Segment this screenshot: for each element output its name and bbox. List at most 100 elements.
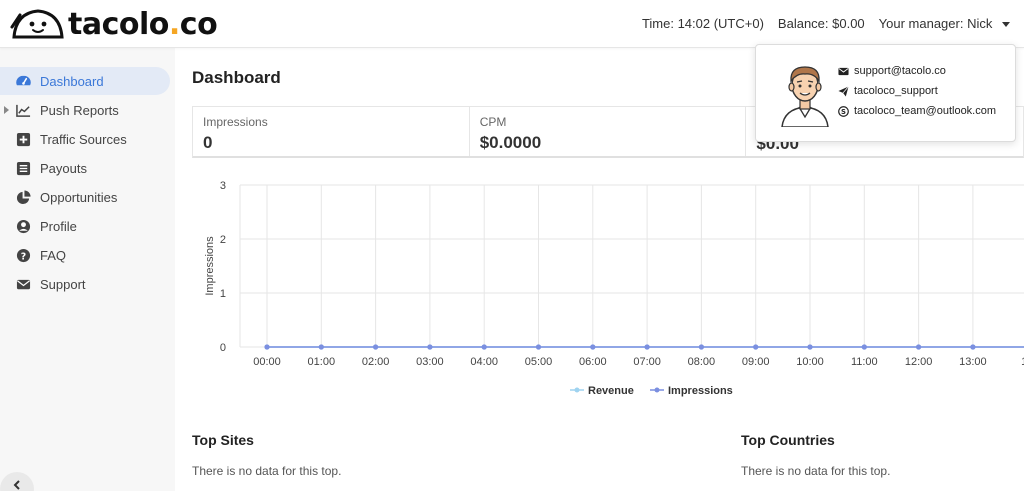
header-info: Time: 14:02 (UTC+0) Balance: $0.00 Your … (628, 0, 1010, 46)
sidebar-item-opportunities[interactable]: Opportunities (0, 183, 170, 211)
x-tick-label: 10:00 (796, 356, 824, 368)
data-point-impressions (427, 344, 433, 350)
balance: Balance: $0.00 (777, 15, 865, 31)
envelope-icon (838, 67, 849, 75)
stat-value: 0 (203, 133, 213, 152)
manager-label: Your manager: (878, 15, 964, 31)
x-tick-label: 11:00 (851, 356, 878, 368)
data-point-impressions (698, 344, 704, 350)
x-tick-label: 06:00 (579, 356, 607, 368)
brand-name: tacolo.co (68, 6, 218, 42)
stat-label: Impressions (203, 115, 268, 129)
sidebar-item-faq[interactable]: ? FAQ (0, 241, 170, 269)
sidebar-item-payouts[interactable]: Payouts (0, 154, 170, 182)
svg-text:S: S (841, 108, 846, 116)
manager-telegram-text: tacoloco_support (854, 85, 938, 97)
x-tick-label: 03:00 (416, 356, 444, 368)
question-circle-icon: ? (15, 247, 31, 263)
x-tick-label: 01:00 (308, 356, 336, 368)
sidebar-item-label: Profile (40, 218, 77, 234)
stat-cpm: CPM $0.0000 (470, 107, 747, 156)
server-time: Time: 14:02 (UTC+0) (641, 15, 764, 31)
manager-email-text: support@tacolo.co (854, 65, 946, 77)
data-point-impressions (970, 344, 976, 350)
x-tick-label: 08:00 (688, 356, 716, 368)
legend-marker-revenue (574, 387, 580, 393)
caret-right-icon (4, 106, 9, 114)
chart-canvas: 0 1 2 3 00:00 01:00 02:00 03:00 04:00 05:00 06:00 0… (204, 180, 1024, 397)
sidebar-item-label: Traffic Sources (40, 131, 127, 147)
data-point-impressions (264, 344, 270, 350)
y-tick-label: 2 (220, 234, 226, 246)
data-point-impressions (807, 344, 813, 350)
x-tick-label: 05:00 (525, 356, 553, 368)
manager-dropdown[interactable]: Your manager: Nick (879, 16, 1010, 31)
y-tick-label: 3 (220, 180, 226, 192)
paper-plane-icon (838, 85, 849, 97)
sidebar-item-dashboard[interactable]: Dashboard (0, 67, 170, 95)
svg-text:?: ? (20, 251, 25, 262)
impressions-chart: 0 1 2 3 00:00 01:00 02:00 03:00 04:00 05:00 06:00 0… (192, 165, 1024, 410)
stat-label: CPM (479, 115, 507, 129)
data-point-impressions (861, 344, 867, 350)
data-point-impressions (644, 344, 650, 350)
legend-label-impressions: Impressions (668, 385, 733, 397)
manager-avatar (781, 66, 829, 127)
sidebar-item-label: FAQ (40, 247, 67, 263)
top-countries-empty: There is no data for this top. (741, 464, 891, 478)
y-tick-label: 1 (220, 288, 226, 300)
data-point-impressions (590, 344, 596, 350)
x-tick-label: 13:00 (959, 356, 987, 368)
legend-label-revenue: Revenue (588, 385, 634, 397)
manager-telegram[interactable]: tacoloco_support (838, 85, 938, 97)
top-countries-title: Top Countries (741, 432, 835, 448)
sidebar-item-label: Dashboard (40, 73, 104, 89)
top-sites-empty: There is no data for this top. (192, 464, 342, 478)
manager-skype[interactable]: S tacoloco_team@outlook.com (838, 105, 996, 117)
stat-impressions: Impressions 0 (193, 107, 470, 156)
caret-down-icon (1002, 21, 1010, 27)
pie-chart-icon (15, 189, 31, 205)
data-point-impressions (481, 344, 487, 350)
brand-logo[interactable]: tacolo.co (10, 6, 218, 42)
sidebar: Dashboard Push Reports Traffic Sources P… (0, 48, 175, 491)
data-point-impressions (535, 344, 542, 350)
data-point-impressions (916, 344, 922, 350)
skype-icon: S (838, 105, 849, 117)
tachometer-icon (15, 73, 31, 89)
manager-skype-text: tacoloco_team@outlook.com (854, 105, 997, 117)
user-circle-icon (15, 218, 31, 234)
x-tick-label: 09:00 (742, 356, 770, 368)
sidebar-item-label: Opportunities (40, 189, 118, 205)
taco-logo-icon (10, 9, 64, 39)
legend-marker-impressions (654, 387, 660, 393)
plus-square-icon (15, 131, 31, 147)
sidebar-item-traffic-sources[interactable]: Traffic Sources (0, 125, 170, 153)
sidebar-item-support[interactable]: Support (0, 270, 170, 298)
chevron-left-icon (13, 480, 20, 490)
sidebar-item-push-reports[interactable]: Push Reports (0, 96, 170, 124)
x-tick-label: 04:00 (470, 356, 498, 368)
sidebar-item-label: Push Reports (40, 102, 119, 118)
data-point-impressions (373, 344, 379, 350)
top-header: tacolo.co Time: 14:02 (UTC+0) Balance: $… (0, 0, 1024, 48)
x-tick-label: 07:00 (633, 356, 661, 368)
x-tick-label: 12:00 (905, 356, 933, 368)
list-icon (15, 160, 31, 176)
envelope-icon (15, 276, 31, 292)
data-point-impressions (753, 344, 759, 350)
stat-value: $0.0000 (479, 133, 542, 152)
line-chart-icon (15, 102, 31, 118)
data-point-impressions (318, 344, 324, 350)
manager-name: Nick (967, 15, 993, 31)
sidebar-item-label: Support (40, 276, 86, 292)
sidebar-item-label: Payouts (40, 160, 87, 176)
manager-popup: support@tacolo.co tacoloco_support S tac… (755, 44, 1016, 142)
sidebar-item-profile[interactable]: Profile (0, 212, 170, 240)
x-tick-label: 02:00 (362, 356, 390, 368)
manager-email[interactable]: support@tacolo.co (838, 65, 946, 77)
page-title: Dashboard (192, 68, 281, 87)
x-tick-label: 00:00 (253, 356, 281, 368)
y-axis-label: Impressions (204, 236, 216, 296)
top-sites-title: Top Sites (192, 432, 254, 448)
